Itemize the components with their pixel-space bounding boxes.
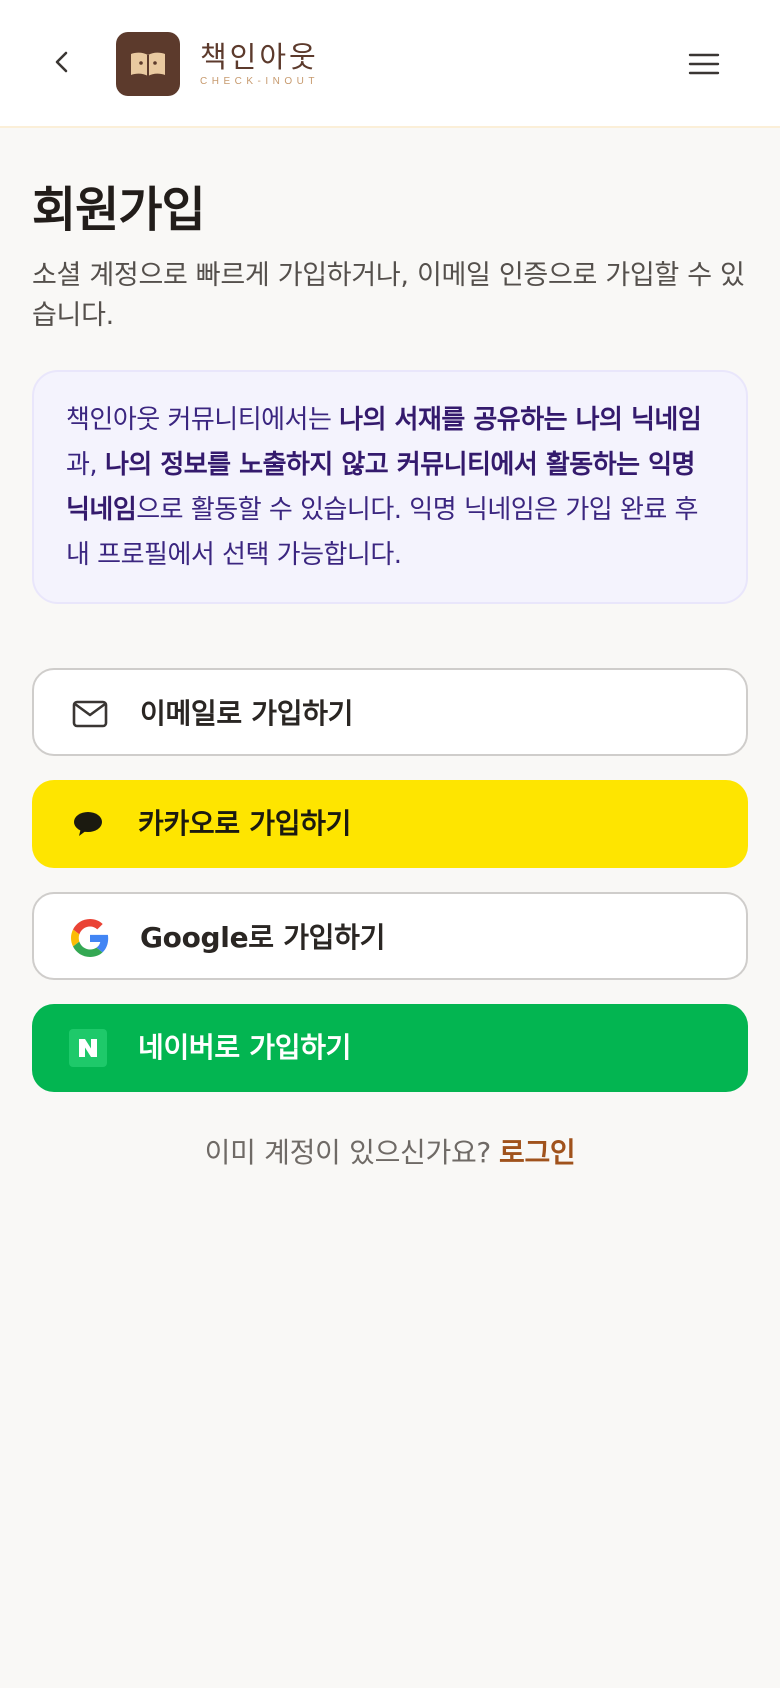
logo-name: 책인아웃	[200, 40, 319, 74]
kakao-signup-label: 카카오로 가입하기	[138, 807, 352, 840]
notice-text: 과,	[66, 450, 105, 480]
speech-bubble-icon	[68, 804, 108, 844]
google-signup-button[interactable]: Google로 가입하기	[32, 892, 748, 980]
kakao-signup-button[interactable]: 카카오로 가입하기	[32, 780, 748, 868]
hamburger-menu-icon	[688, 53, 720, 75]
email-signup-label: 이메일로 가입하기	[140, 697, 354, 730]
envelope-icon	[70, 694, 110, 734]
login-prompt: 이미 계정이 있으신가요? 로그인	[0, 1130, 780, 1176]
login-link[interactable]: 로그인	[499, 1136, 576, 1169]
naver-n-icon	[68, 1028, 108, 1068]
page-description: 소셜 계정으로 빠르게 가입하거나, 이메일 인증으로 가입할 수 있습니다.	[32, 260, 745, 331]
login-prompt-text: 이미 계정이 있으신가요?	[204, 1136, 492, 1169]
logo[interactable]	[116, 32, 180, 96]
page-title: 회원가입	[32, 182, 206, 238]
chevron-left-icon	[55, 51, 68, 73]
open-book-icon	[131, 52, 165, 76]
app-header: 책인아웃 CHECK-INOUT	[0, 0, 780, 128]
nickname-notice: 책인아웃 커뮤니티에서는 나의 서재를 공유하는 나의 닉네임과, 나의 정보를…	[32, 370, 748, 604]
email-signup-button[interactable]: 이메일로 가입하기	[32, 668, 748, 756]
naver-signup-label: 네이버로 가입하기	[138, 1031, 352, 1064]
google-g-icon	[70, 918, 110, 958]
google-signup-label: Google로 가입하기	[140, 921, 386, 954]
menu-button[interactable]	[688, 42, 720, 86]
notice-highlight-library-nickname: 나의 서재를 공유하는 나의 닉네임	[339, 405, 702, 435]
notice-text: 책인아웃 커뮤니티에서는	[66, 405, 340, 435]
back-button[interactable]	[40, 40, 84, 84]
logo-subtitle: CHECK-INOUT	[200, 76, 319, 87]
naver-signup-button[interactable]: 네이버로 가입하기	[32, 1004, 748, 1092]
notice-text: 으로 활동할 수 있습니다. 익명 닉네임은 가입 완료 후 내 프로필에서 선…	[66, 495, 698, 570]
logo-text: 책인아웃 CHECK-INOUT	[200, 40, 319, 88]
